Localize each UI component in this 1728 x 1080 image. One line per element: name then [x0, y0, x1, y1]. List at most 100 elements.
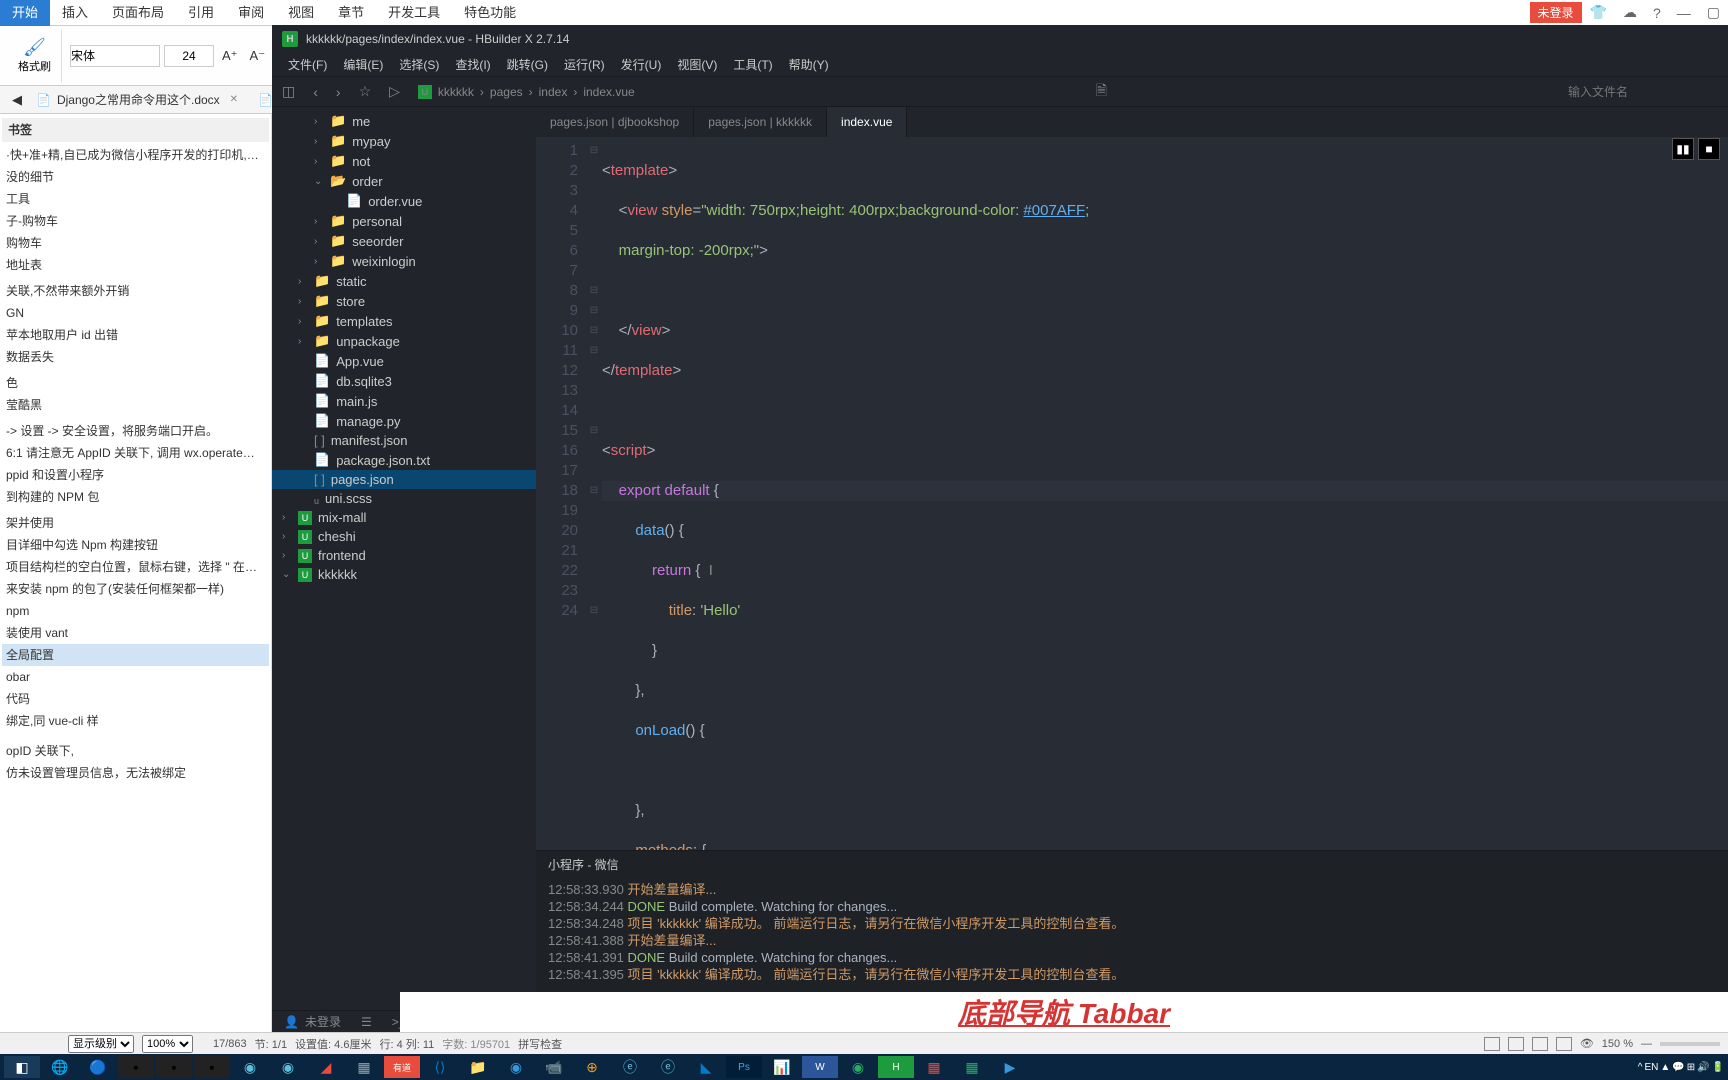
close-icon[interactable]: ✕ — [230, 86, 238, 114]
eye-icon[interactable]: 👁 — [1580, 1037, 1594, 1050]
file-search-input[interactable] — [1568, 85, 1718, 99]
menu-view[interactable]: 视图(V) — [671, 56, 723, 73]
menu-publish[interactable]: 发行(U) — [615, 56, 668, 73]
outline-item[interactable]: GN — [2, 302, 269, 324]
word-tab-special[interactable]: 特色功能 — [452, 0, 528, 26]
folder-icon[interactable]: 📁 — [460, 1056, 496, 1078]
display-level-select[interactable]: 显示级别 — [68, 1035, 134, 1053]
tree-folder[interactable]: ›📁not — [272, 151, 536, 171]
word-tab-view[interactable]: 视图 — [276, 0, 326, 26]
breadcrumb-item[interactable]: index.vue — [583, 85, 634, 99]
login-status-badge[interactable]: 未登录 — [1530, 2, 1582, 23]
outline-item[interactable]: npm — [2, 600, 269, 622]
nav-forward-icon[interactable]: › — [336, 84, 341, 100]
run-icon[interactable]: ▷ — [389, 83, 400, 100]
outline-item[interactable]: 装使用 vant — [2, 622, 269, 644]
edge-icon[interactable]: ⓔ — [612, 1056, 648, 1078]
terminal-icon[interactable]: ▪ — [118, 1056, 154, 1078]
word-tab-insert[interactable]: 插入 — [50, 0, 100, 26]
sidebar-toggle-icon[interactable]: ◫ — [282, 83, 295, 100]
app-icon[interactable]: ◉ — [270, 1056, 306, 1078]
tray-icon[interactable]: ▲ — [1660, 1062, 1670, 1073]
view-mode-icon[interactable] — [1532, 1037, 1548, 1051]
tree-file[interactable]: 📄db.sqlite3 — [272, 371, 536, 391]
fold-gutter[interactable]: ⊟⊟⊟⊟⊟⊟⊟⊟ — [586, 137, 602, 850]
outline-item[interactable]: 色 — [2, 372, 269, 394]
breadcrumb-item[interactable]: index — [539, 85, 568, 99]
tree-file[interactable]: 📄manage.py — [272, 411, 536, 431]
console-output[interactable]: 12:58:33.930 开始差量编译... 12:58:34.244 DONE… — [536, 877, 1728, 987]
photoshop-icon[interactable]: Ps — [726, 1056, 762, 1078]
tree-file[interactable]: 📄package.json.txt — [272, 450, 536, 470]
nav-back-icon[interactable]: ‹ — [313, 84, 318, 100]
spellcheck-indicator[interactable]: 拼写检查 — [518, 1036, 562, 1052]
outline-item[interactable]: 目详细中勾选 Npm 构建按钮 — [2, 534, 269, 556]
outline-item[interactable]: obar — [2, 666, 269, 688]
language-indicator[interactable]: EN — [1644, 1062, 1658, 1073]
app-icon[interactable]: 有道 — [384, 1056, 420, 1078]
volume-icon[interactable]: 🔊 — [1697, 1062, 1709, 1073]
breadcrumb-item[interactable]: kkkkkk — [438, 85, 474, 99]
preview-icon[interactable]: 🗎 — [1096, 80, 1107, 104]
app-icon[interactable]: ◉ — [232, 1056, 268, 1078]
tree-folder[interactable]: ›📁static — [272, 271, 536, 291]
app-icon[interactable]: ▦ — [954, 1056, 990, 1078]
outline-item[interactable]: 仿未设置管理员信息，无法被绑定 — [2, 762, 269, 784]
tree-folder[interactable]: ›📁personal — [272, 211, 536, 231]
app-icon[interactable]: ◉ — [840, 1056, 876, 1078]
app-icon[interactable]: ⊕ — [574, 1056, 610, 1078]
menu-tools[interactable]: 工具(T) — [727, 56, 778, 73]
terminal-icon[interactable]: ▪ — [194, 1056, 230, 1078]
file-explorer-tree[interactable]: ›📁me ›📁mypay ›📁not ⌄📂order 📄order.vue ›📁… — [272, 107, 536, 1010]
outline-item[interactable]: opID 关联下, — [2, 740, 269, 762]
outline-item[interactable]: 来安装 npm 的包了(安装任何框架都一样) — [2, 578, 269, 600]
player-icon[interactable]: ▶ — [992, 1056, 1028, 1078]
tree-file[interactable]: 📄main.js — [272, 391, 536, 411]
outline-item[interactable]: 购物车 — [2, 232, 269, 254]
app-icon[interactable]: ▦ — [346, 1056, 382, 1078]
outline-item[interactable]: 项目结构栏的空白位置，鼠标右键，选择 " 在终端打开 — [2, 556, 269, 578]
app-icon[interactable]: ◢ — [308, 1056, 344, 1078]
star-icon[interactable]: ☆ — [359, 83, 372, 100]
tray-icon[interactable]: 💬 — [1672, 1062, 1684, 1073]
outline-item[interactable]: 苹本地取用户 id 出错 — [2, 324, 269, 346]
login-status[interactable]: 未登录 — [305, 1013, 341, 1030]
shirt-icon[interactable]: 👕 — [1582, 4, 1615, 21]
editor-tab[interactable]: pages.json | djbookshop — [536, 107, 694, 137]
zoom-slider[interactable] — [1660, 1042, 1720, 1046]
code-area[interactable]: 123456789101112131415161718192021222324 … — [536, 137, 1728, 850]
outline-item[interactable]: 数据丢失 — [2, 346, 269, 368]
hbuilder-icon[interactable]: H — [878, 1056, 914, 1078]
format-brush-button[interactable]: 🖌 格式刷 — [8, 30, 62, 82]
cloud-icon[interactable]: ☁ — [1615, 4, 1645, 21]
outline-item[interactable]: ·快+准+精,自已成为微信小程序开发的打印机,以打印机的速度 — [2, 144, 269, 166]
tree-project[interactable]: ›Ucheshi — [272, 527, 536, 546]
outline-item[interactable]: 架并使用 — [2, 512, 269, 534]
tray-up-icon[interactable]: ^ — [1638, 1062, 1643, 1073]
stop-button[interactable]: ■ — [1698, 138, 1720, 160]
editor-tab-active[interactable]: index.vue — [827, 107, 907, 137]
outline-item[interactable]: -> 设置 -> 安全设置，将服务端口开启。 — [2, 420, 269, 442]
word-tab-refs[interactable]: 引用 — [176, 0, 226, 26]
help-icon[interactable]: ? — [1645, 5, 1669, 21]
vscode-icon[interactable]: ⟨⟩ — [422, 1056, 458, 1078]
outline-item[interactable]: 莹酷黑 — [2, 394, 269, 416]
view-mode-icon[interactable] — [1484, 1037, 1500, 1051]
tree-file[interactable]: ᵤuni.scss — [272, 489, 536, 508]
outline-item[interactable]: 绑定,同 vue-cli 样 — [2, 710, 269, 732]
menu-help[interactable]: 帮助(Y) — [783, 56, 835, 73]
outline-item[interactable]: 子-购物车 — [2, 210, 269, 232]
tree-folder-order[interactable]: ⌄📂order — [272, 171, 536, 191]
outline-item[interactable]: 没的细节 — [2, 166, 269, 188]
font-shrink-button[interactable]: A⁻ — [246, 46, 270, 66]
user-icon[interactable]: 👤 — [284, 1015, 299, 1029]
outline-item[interactable]: 工具 — [2, 188, 269, 210]
zoom-out-icon[interactable]: — — [1641, 1038, 1652, 1050]
menu-find[interactable]: 查找(I) — [449, 56, 496, 73]
outline-item[interactable]: 代码 — [2, 688, 269, 710]
font-family-select[interactable] — [70, 45, 160, 67]
menu-goto[interactable]: 跳转(G) — [501, 56, 554, 73]
editor-tab[interactable]: pages.json | kkkkkk — [694, 107, 827, 137]
menu-file[interactable]: 文件(F) — [282, 56, 333, 73]
tree-folder[interactable]: ›📁unpackage — [272, 331, 536, 351]
